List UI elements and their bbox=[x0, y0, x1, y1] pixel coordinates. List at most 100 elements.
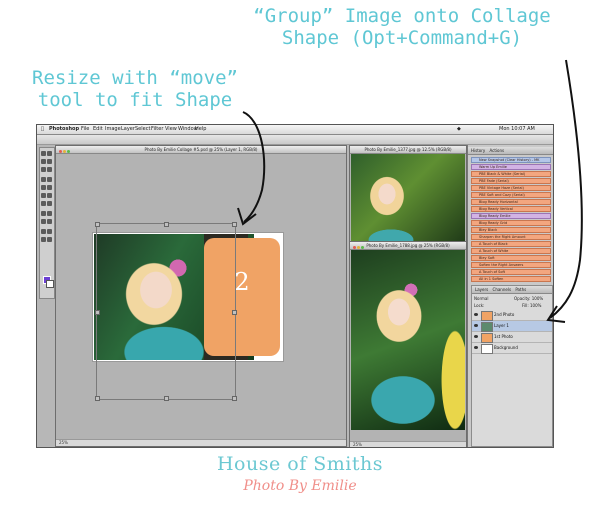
photo2-document-window[interactable]: Photo By Emilie_1788.jpg @ 25% (RGB/8) 2… bbox=[349, 241, 467, 447]
menu-filter[interactable]: Filter bbox=[151, 126, 163, 132]
action-item[interactable]: PBE Soft and Cozy (Serial) bbox=[471, 191, 551, 199]
actions-panel-tabs: History Actions bbox=[468, 147, 553, 155]
blend-mode-select[interactable]: Normal bbox=[474, 296, 488, 301]
dodge-tool-icon[interactable] bbox=[47, 201, 52, 206]
action-item[interactable]: A Touch of Soft bbox=[471, 268, 551, 276]
type-tool-icon[interactable] bbox=[47, 211, 52, 216]
collage-titlebar[interactable]: Photo By Emilie Collage #5.psd @ 25% (La… bbox=[56, 146, 346, 154]
action-item[interactable]: Bley Soft bbox=[471, 254, 551, 262]
layer-thumbnail bbox=[481, 344, 493, 354]
action-item[interactable]: Blog Ready Horizontal bbox=[471, 198, 551, 206]
photo1-document-window[interactable]: Photo By Emilie_1377.jpg @ 12.5% (RGB/8) bbox=[349, 145, 467, 245]
photo1-image bbox=[351, 154, 465, 243]
shape-tool-icon[interactable] bbox=[47, 219, 52, 224]
transform-handle[interactable] bbox=[164, 396, 169, 401]
marquee-tool-icon[interactable] bbox=[47, 151, 52, 156]
zoom-tool-icon[interactable] bbox=[47, 237, 52, 242]
tab-paths[interactable]: Paths bbox=[515, 287, 526, 292]
menu-select[interactable]: Select bbox=[135, 126, 150, 132]
action-item[interactable]: Soften the Right Answers bbox=[471, 261, 551, 269]
blur-tool-icon[interactable] bbox=[41, 201, 46, 206]
transform-handle[interactable] bbox=[95, 396, 100, 401]
action-item[interactable]: Sharpen the Right Amount bbox=[471, 233, 551, 241]
layers-panel-tabs: Layers Channels Paths bbox=[472, 286, 552, 294]
photo1-title: Photo By Emilie_1377.jpg @ 12.5% (RGB/8) bbox=[364, 147, 452, 152]
tab-channels[interactable]: Channels bbox=[493, 287, 512, 292]
layer-thumbnail bbox=[481, 311, 493, 321]
menu-image[interactable]: Image bbox=[105, 126, 121, 132]
menu-help[interactable]: Help bbox=[195, 126, 206, 132]
layer-row[interactable]: 1st Photo bbox=[472, 332, 552, 343]
app-menu[interactable]: Photoshop bbox=[49, 126, 79, 132]
menu-file[interactable]: File bbox=[81, 126, 89, 132]
transform-handle[interactable] bbox=[232, 222, 237, 227]
layer-row[interactable]: Background bbox=[472, 343, 552, 354]
action-item[interactable]: New Snapshot (Clear History) - MK bbox=[471, 157, 551, 164]
options-bar bbox=[37, 135, 553, 145]
hand-tool-icon[interactable] bbox=[41, 237, 46, 242]
tab-actions[interactable]: Actions bbox=[490, 148, 505, 153]
move-tool-icon[interactable] bbox=[41, 151, 46, 156]
transform-handle[interactable] bbox=[232, 396, 237, 401]
brush-tool-icon[interactable] bbox=[47, 177, 52, 182]
photo2-titlebar[interactable]: Photo By Emilie_1788.jpg @ 25% (RGB/8) bbox=[350, 242, 466, 250]
group-annotation-line1: “Group” Image onto Collage bbox=[253, 5, 551, 27]
slice-tool-icon[interactable] bbox=[47, 167, 52, 172]
action-item[interactable]: A Touch of White bbox=[471, 247, 551, 255]
opacity-field[interactable]: Opacity: 100% bbox=[514, 296, 543, 301]
eye-icon[interactable] bbox=[474, 346, 478, 349]
eye-icon[interactable] bbox=[474, 313, 478, 316]
photo1-titlebar[interactable]: Photo By Emilie_1377.jpg @ 12.5% (RGB/8) bbox=[350, 146, 466, 154]
notes-tool-icon[interactable] bbox=[41, 229, 46, 234]
menu-layer[interactable]: Layer bbox=[121, 126, 135, 132]
action-item[interactable]: Warm Up Emilie bbox=[471, 163, 551, 171]
action-item[interactable]: Blog Ready Grid bbox=[471, 219, 551, 227]
window-controls[interactable] bbox=[59, 148, 71, 153]
menu-view[interactable]: View bbox=[165, 126, 177, 132]
action-item[interactable]: A Touch of Black bbox=[471, 240, 551, 248]
photo2-zoom-level[interactable]: 25% bbox=[353, 442, 362, 447]
healing-tool-icon[interactable] bbox=[41, 177, 46, 182]
transform-handle[interactable] bbox=[164, 222, 169, 227]
eye-icon[interactable] bbox=[474, 324, 478, 327]
stamp-tool-icon[interactable] bbox=[41, 185, 46, 190]
action-item[interactable]: PBE Black & White (Serial) bbox=[471, 170, 551, 178]
layer-row[interactable]: Layer 1 bbox=[472, 321, 552, 332]
tab-layers[interactable]: Layers bbox=[475, 287, 488, 292]
menu-edit[interactable]: Edit bbox=[93, 126, 103, 132]
collage-document-window[interactable]: Photo By Emilie Collage #5.psd @ 25% (La… bbox=[55, 145, 347, 447]
photoshop-screenshot:  Photoshop File Edit Image Layer Select… bbox=[36, 124, 554, 448]
history-brush-tool-icon[interactable] bbox=[47, 185, 52, 190]
toolbox bbox=[39, 147, 55, 299]
action-item[interactable]: PBE Vintage Haze (Serial) bbox=[471, 184, 551, 192]
gradient-tool-icon[interactable] bbox=[47, 193, 52, 198]
fill-field[interactable]: Fill: 100% bbox=[522, 303, 541, 308]
pen-tool-icon[interactable] bbox=[41, 211, 46, 216]
action-item[interactable]: Bley Black bbox=[471, 226, 551, 234]
eyedropper-tool-icon[interactable] bbox=[47, 229, 52, 234]
background-color-swatch[interactable] bbox=[46, 280, 54, 288]
action-item[interactable]: Blog Ready Emilie bbox=[471, 212, 551, 220]
transform-handle[interactable] bbox=[95, 310, 100, 315]
path-select-tool-icon[interactable] bbox=[41, 219, 46, 224]
layer-row[interactable]: 2nd Photo bbox=[472, 310, 552, 321]
apple-icon[interactable]:  bbox=[41, 126, 44, 132]
crop-tool-icon[interactable] bbox=[41, 167, 46, 172]
wifi-icon[interactable]: ◆ bbox=[457, 126, 461, 132]
transform-handle[interactable] bbox=[95, 222, 100, 227]
eye-icon[interactable] bbox=[474, 335, 478, 338]
collage-zoom-level[interactable]: 25% bbox=[59, 440, 68, 445]
action-item[interactable]: All in 1 Soften bbox=[471, 275, 551, 283]
clock: Mon 10:07 AM bbox=[499, 126, 535, 132]
transform-handle[interactable] bbox=[232, 310, 237, 315]
group-annotation-line2: Shape (Opt+Command+G) bbox=[281, 26, 523, 49]
tab-history[interactable]: History bbox=[471, 148, 485, 153]
action-item[interactable]: Blog Ready Vertical bbox=[471, 205, 551, 213]
caption-house-of-smiths: House of Smiths bbox=[216, 453, 384, 475]
lasso-tool-icon[interactable] bbox=[41, 159, 46, 164]
eraser-tool-icon[interactable] bbox=[41, 193, 46, 198]
action-item[interactable]: PBE Fade (Serial) bbox=[471, 177, 551, 185]
free-transform-bounding-box[interactable] bbox=[95, 222, 237, 401]
lock-label: Lock: bbox=[474, 303, 485, 308]
magic-wand-tool-icon[interactable] bbox=[47, 159, 52, 164]
